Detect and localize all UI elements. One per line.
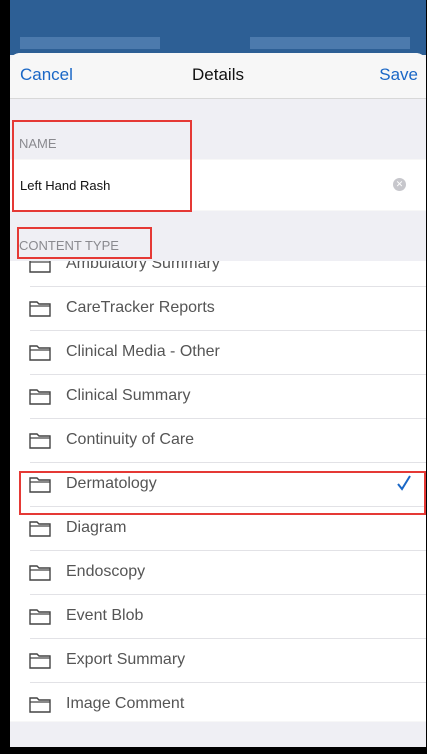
folder-icon (29, 300, 51, 317)
content-type-item[interactable]: Endoscopy (10, 551, 426, 595)
details-sheet: Cancel Details Save NAME Left Hand Rash … (10, 53, 426, 747)
content-type-label: Export Summary (66, 651, 186, 668)
clear-text-icon[interactable]: ✕ (393, 178, 406, 191)
folder-icon (29, 261, 51, 273)
content-type-item[interactable]: CareTracker Reports (10, 287, 426, 331)
name-header-label: NAME (19, 136, 57, 151)
phone-screen: Cancel Details Save NAME Left Hand Rash … (10, 0, 426, 747)
content-type-label: Event Blob (66, 607, 144, 624)
folder-icon (29, 564, 51, 581)
content-type-label: Diagram (66, 519, 127, 536)
content-type-item[interactable]: Ambulatory Summary (10, 261, 426, 287)
content-type-label: Dermatology (66, 475, 157, 492)
content-type-item[interactable]: Continuity of Care (10, 419, 426, 463)
name-field-row[interactable]: Left Hand Rash ✕ (10, 160, 426, 210)
blurred-status-icons (20, 37, 160, 49)
content-type-list[interactable]: Ambulatory Summary CareTracker Reports Cli… (10, 261, 426, 721)
folder-icon (29, 344, 51, 361)
save-button[interactable]: Save (379, 65, 418, 85)
name-field[interactable]: Left Hand Rash (20, 178, 110, 193)
content-type-header-label: CONTENT TYPE (19, 238, 119, 253)
folder-icon (29, 476, 51, 493)
folder-icon (29, 432, 51, 449)
content-type-item[interactable]: Clinical Media - Other (10, 331, 426, 375)
content-type-item[interactable]: Dermatology (10, 463, 426, 507)
content-type-label: Endoscopy (66, 563, 146, 580)
content-type-item[interactable]: Event Blob (10, 595, 426, 639)
content-type-item[interactable]: Diagram (10, 507, 426, 551)
content-type-section-header: CONTENT TYPE (10, 211, 426, 261)
content-type-item[interactable]: Export Summary (10, 639, 426, 683)
navigation-bar: Cancel Details Save (10, 53, 426, 99)
content-type-label: Clinical Summary (66, 387, 191, 404)
folder-icon (29, 652, 51, 669)
content-type-label: Image Comment (66, 695, 185, 712)
content-type-label: Ambulatory Summary (66, 261, 220, 272)
folder-icon (29, 696, 51, 713)
page-title: Details (192, 65, 244, 84)
content-type-label: CareTracker Reports (66, 299, 215, 316)
content-type-label: Continuity of Care (66, 431, 195, 448)
status-bar (10, 0, 426, 55)
list-footer (10, 722, 426, 747)
content-type-item[interactable]: Clinical Summary (10, 375, 426, 419)
name-section-header: NAME (10, 99, 426, 159)
blurred-status-icons (250, 37, 410, 49)
folder-icon (29, 520, 51, 537)
folder-icon (29, 608, 51, 625)
content-type-label: Clinical Media - Other (66, 343, 220, 360)
checkmark-icon (396, 474, 412, 492)
content-type-item[interactable]: Image Comment (10, 683, 426, 721)
folder-icon (29, 388, 51, 405)
